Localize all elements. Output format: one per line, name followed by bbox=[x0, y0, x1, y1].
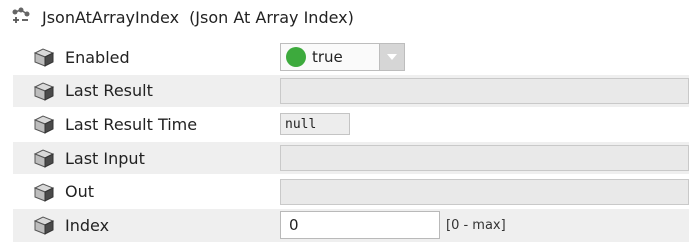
slot-label: Enabled bbox=[65, 47, 130, 67]
slot-label: Last Result Time bbox=[65, 114, 198, 134]
slot-cube-icon bbox=[33, 48, 55, 68]
slot-table: Enabled true Last Result Last Result Tim… bbox=[13, 40, 689, 242]
slot-row-last-input: Last Input bbox=[13, 140, 689, 175]
out-field bbox=[280, 178, 689, 205]
slot-label: Last Result bbox=[65, 81, 153, 101]
slot-label: Out bbox=[65, 182, 95, 202]
last-result-time-value: null bbox=[280, 113, 350, 136]
slot-cube-icon bbox=[33, 82, 55, 101]
slot-cube-icon bbox=[33, 216, 55, 236]
enabled-value: true bbox=[312, 48, 343, 67]
last-result-field bbox=[280, 77, 689, 104]
slot-cube-icon bbox=[33, 115, 55, 135]
last-input-field bbox=[280, 145, 689, 172]
enabled-select[interactable]: true bbox=[280, 43, 405, 72]
slot-row-last-result: Last Result bbox=[13, 73, 689, 108]
slot-label: Last Input bbox=[65, 148, 145, 168]
status-dot-icon bbox=[286, 47, 306, 68]
slot-label: Index bbox=[65, 215, 110, 235]
component-header: JsonAtArrayIndex (Json At Array Index) bbox=[0, 0, 689, 34]
component-icon bbox=[12, 7, 30, 23]
slot-row-last-result-time: Last Result Time null bbox=[13, 107, 689, 141]
slot-cube-icon bbox=[33, 183, 55, 202]
component-name: JsonAtArrayIndex bbox=[42, 7, 180, 27]
index-input[interactable] bbox=[280, 211, 440, 240]
slot-row-out: Out bbox=[13, 174, 689, 208]
slot-row-index: Index [0 - max] bbox=[13, 207, 689, 242]
slot-row-enabled: Enabled true bbox=[13, 40, 689, 74]
chevron-down-icon[interactable] bbox=[379, 44, 404, 71]
component-display-name: (Json At Array Index) bbox=[189, 7, 354, 27]
index-range-label: [0 - max] bbox=[446, 217, 506, 233]
slot-cube-icon bbox=[33, 149, 55, 168]
